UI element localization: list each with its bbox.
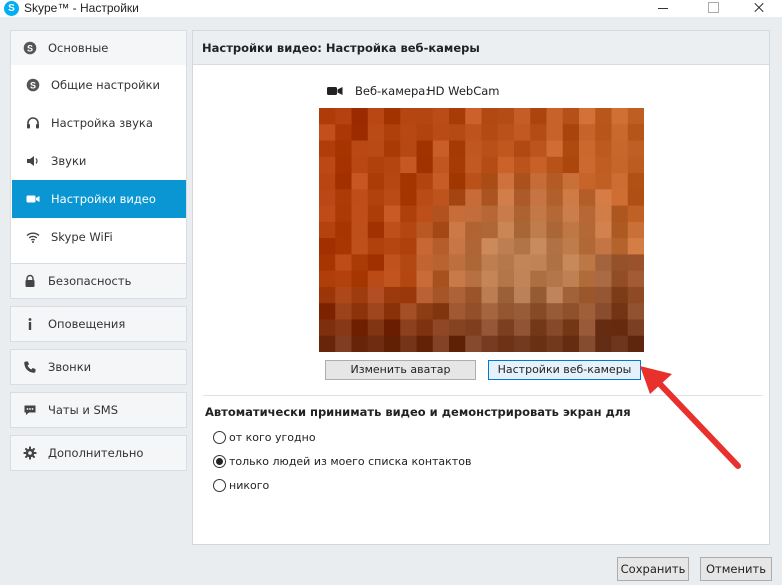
radio-label: никого <box>229 479 270 492</box>
minimize-button[interactable] <box>640 0 686 17</box>
webcam-preview-image <box>319 108 644 352</box>
close-button[interactable] <box>736 0 782 17</box>
sidebar-item-video-settings[interactable]: Настройки видео <box>12 180 186 218</box>
sidebar-item-sounds[interactable]: Звуки <box>12 142 186 180</box>
headset-icon <box>26 116 40 130</box>
general-subitems: S Общие настройки Настройка звука Звуки … <box>10 65 187 287</box>
webcam-preview <box>319 108 644 352</box>
sidebar-section-notifications[interactable]: Оповещения <box>10 306 187 342</box>
annotation-arrow <box>640 366 741 469</box>
radio-button-selected[interactable] <box>213 455 226 468</box>
sidebar-section-security[interactable]: Безопасность <box>10 263 187 299</box>
speaker-icon <box>26 154 40 168</box>
window-title: Skype™ - Настройки <box>24 1 139 15</box>
maximize-button[interactable] <box>690 0 736 17</box>
sidebar-section-label: Безопасность <box>48 274 132 288</box>
webcam-settings-button[interactable]: Настройки веб-камеры <box>488 360 641 380</box>
sidebar-item-label: Настройки видео <box>51 192 156 206</box>
save-button[interactable]: Сохранить <box>617 557 689 581</box>
sidebar-item-audio-settings[interactable]: Настройка звука <box>12 104 186 142</box>
svg-text:S: S <box>27 43 33 53</box>
chat-icon <box>23 403 37 417</box>
skype-icon: S <box>26 78 40 92</box>
radio-button[interactable] <box>213 431 226 444</box>
title-bar: Skype™ - Настройки <box>0 0 782 17</box>
sidebar-section-label: Дополнительно <box>48 446 144 460</box>
sidebar-item-skype-wifi[interactable]: Skype WiFi <box>12 218 186 256</box>
radio-button[interactable] <box>213 479 226 492</box>
sidebar-item-label: Skype WiFi <box>51 230 113 244</box>
page-title: Настройки видео: Настройка веб-камеры <box>202 41 480 55</box>
sidebar-section-chats-sms[interactable]: Чаты и SMS <box>10 392 187 428</box>
sidebar-item-label: Общие настройки <box>51 78 160 92</box>
webcam-device-name: HD WebCam <box>427 84 500 98</box>
sidebar-section-label: Оповещения <box>48 317 126 331</box>
skype-icon: S <box>23 41 37 55</box>
phone-icon <box>23 360 37 374</box>
sidebar-section-label: Звонки <box>48 360 92 374</box>
webcam-label: Веб-камера: <box>355 84 430 98</box>
svg-text:S: S <box>30 80 36 90</box>
sidebar-item-label: Настройка звука <box>51 116 153 130</box>
skype-logo-icon <box>4 1 19 16</box>
gear-icon <box>23 446 37 460</box>
sidebar-item-general-settings[interactable]: S Общие настройки <box>12 66 186 104</box>
sidebar-section-calls[interactable]: Звонки <box>10 349 187 385</box>
lock-icon <box>23 274 37 288</box>
sidebar-section-advanced[interactable]: Дополнительно <box>10 435 187 471</box>
change-avatar-button[interactable]: Изменить аватар <box>325 360 476 380</box>
radio-label: от кого угодно <box>229 431 316 444</box>
sidebar-item-label: Звуки <box>51 154 87 168</box>
wifi-icon <box>26 230 40 244</box>
info-icon <box>23 317 37 331</box>
sidebar-section-label: Основные <box>48 41 109 55</box>
sidebar-section-label: Чаты и SMS <box>48 403 119 417</box>
radio-label: только людей из моего списка контактов <box>229 455 472 468</box>
auto-accept-title: Автоматически принимать видео и демонстр… <box>205 405 631 419</box>
cancel-button[interactable]: Отменить <box>700 557 772 581</box>
video-camera-icon <box>26 192 40 206</box>
sidebar-section-general[interactable]: S Основные <box>10 30 187 66</box>
video-camera-icon <box>327 85 343 97</box>
content-header: Настройки видео: Настройка веб-камеры <box>193 31 769 65</box>
